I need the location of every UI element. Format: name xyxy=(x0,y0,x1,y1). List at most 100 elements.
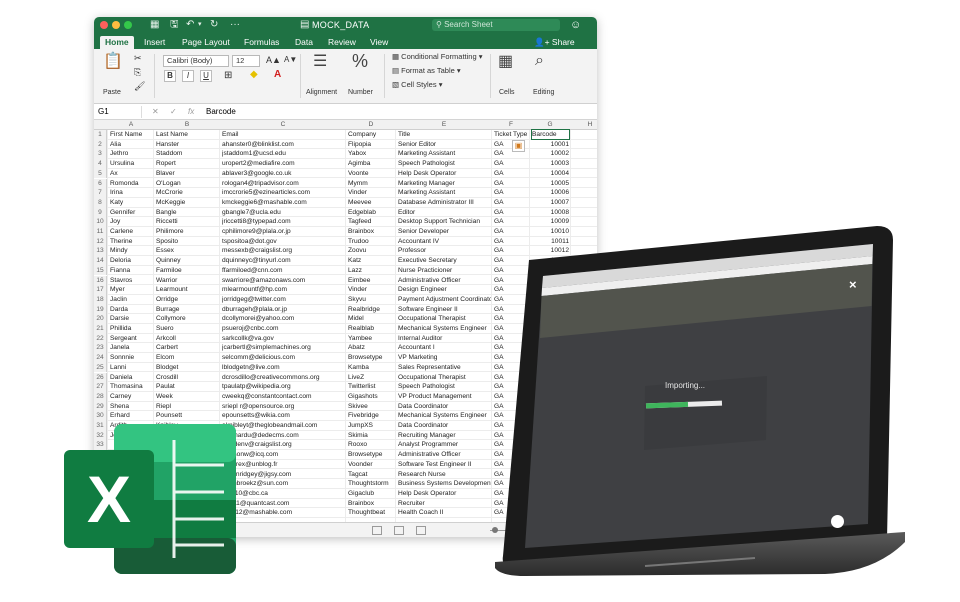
cell-company[interactable]: Edgeblab xyxy=(348,208,395,218)
cell-company[interactable]: Vinder xyxy=(348,188,395,198)
cell-email[interactable]: epounsetts@wikia.com xyxy=(222,411,345,421)
row-number[interactable]: 23 xyxy=(94,343,107,354)
conditional-formatting-button[interactable]: ▦ Conditional Formatting ▾ xyxy=(392,52,483,61)
feedback-widget-icon[interactable] xyxy=(831,515,844,528)
cut-icon[interactable]: ✂ xyxy=(134,53,142,64)
cell-title[interactable]: Senior Developer xyxy=(398,227,491,237)
cell-email[interactable]: rreadenv@craigslist.org xyxy=(222,440,345,450)
cell-title[interactable]: Health Coach II xyxy=(398,508,491,518)
cell-email[interactable]: ablaver3@google.co.uk xyxy=(222,169,345,179)
format-painter-icon[interactable]: 🖌 xyxy=(134,81,145,92)
undo-dropdown-icon[interactable]: ▾ xyxy=(198,19,202,31)
cell-company[interactable]: Skyvu xyxy=(348,295,395,305)
close-icon[interactable]: × xyxy=(849,277,857,292)
cell-title[interactable]: Occupational Therapist xyxy=(398,373,491,383)
column-header-b[interactable]: B xyxy=(179,120,195,130)
cell-company[interactable]: Eimbee xyxy=(348,276,395,286)
cells-icon[interactable]: ▦ xyxy=(498,53,513,71)
formula-input[interactable]: Barcode xyxy=(206,106,236,118)
cell-company[interactable]: Yambee xyxy=(348,334,395,344)
cell-ticket-type[interactable]: GA xyxy=(494,179,529,189)
cell-first-name[interactable]: Myer xyxy=(110,285,153,295)
bold-button[interactable]: B xyxy=(164,70,176,82)
row-number[interactable]: 21 xyxy=(94,324,107,334)
cell-last-name[interactable]: Essex xyxy=(156,246,219,256)
cell-first-name[interactable]: Gennifer xyxy=(110,208,153,218)
cell-company[interactable]: Gigashots xyxy=(348,392,395,402)
cell-email[interactable]: kmckeggie6@mashable.com xyxy=(222,198,345,208)
cell-title[interactable]: Senior Editor xyxy=(398,140,491,150)
cell-barcode[interactable]: 10005 xyxy=(532,179,569,189)
cell-first-name[interactable]: Joy xyxy=(110,217,153,227)
cell-company[interactable]: Brainbox xyxy=(348,227,395,237)
cell-email[interactable]: aknibleyt@theglobeandmail.com xyxy=(222,421,345,431)
cell-last-name[interactable]: Bangle xyxy=(156,208,219,218)
cell-title[interactable]: Occupational Therapist xyxy=(398,314,491,324)
more-icon[interactable]: ··· xyxy=(230,19,240,31)
cell-email[interactable]: ndenbroekz@sun.com xyxy=(222,479,345,489)
cell-first-name[interactable]: Phillida xyxy=(110,324,153,334)
zoom-window-button[interactable] xyxy=(124,21,132,29)
cell-first-name[interactable]: Fianna xyxy=(110,266,153,276)
cell-email[interactable]: imccrorie5@ezinearticles.com xyxy=(222,188,345,198)
cell-last-name[interactable]: Philimore xyxy=(156,227,219,237)
cell-email[interactable]: rologan4@tripadvisor.com xyxy=(222,179,345,189)
cell-last-name[interactable]: Learmount xyxy=(156,285,219,295)
row-number[interactable]: 4 xyxy=(94,159,107,169)
share-button[interactable]: 👤+ Share xyxy=(534,36,575,49)
row-number[interactable]: 24 xyxy=(94,353,107,363)
cell-company[interactable]: Meevee xyxy=(348,198,395,208)
cell-last-name[interactable]: Riccetti xyxy=(156,217,219,227)
row-number[interactable]: 8 xyxy=(94,197,107,208)
italic-button[interactable]: I xyxy=(182,70,194,82)
cell-first-name[interactable]: Shena xyxy=(110,402,153,412)
cell-first-name[interactable]: Darda xyxy=(110,305,153,315)
cell-company[interactable]: Rooxo xyxy=(348,440,395,450)
cell-email[interactable]: ncer10@cbc.ca xyxy=(222,489,345,499)
cell-company[interactable]: Skimia xyxy=(348,431,395,441)
tab-data[interactable]: Data xyxy=(290,36,318,49)
cell-title[interactable]: Research Nurse xyxy=(398,470,491,480)
cell-company[interactable]: Voonte xyxy=(348,169,395,179)
row-number[interactable]: 29 xyxy=(94,401,107,412)
cell-ticket-type[interactable]: GA xyxy=(494,188,529,198)
row-number[interactable]: 28 xyxy=(94,391,107,402)
cell-email[interactable]: cphilimore9@plala.or.jp xyxy=(222,227,345,237)
cell-first-name[interactable]: Darsie xyxy=(110,314,153,324)
cell-first-name[interactable]: Jaclin xyxy=(110,295,153,305)
row-number[interactable]: 22 xyxy=(94,333,107,344)
undo-icon[interactable]: ↶ xyxy=(186,19,194,31)
cell-last-name[interactable]: McCrorie xyxy=(156,188,219,198)
cell-first-name[interactable]: Alia xyxy=(110,140,153,150)
cell-email[interactable]: lblodgetn@live.com xyxy=(222,363,345,373)
cell-title[interactable]: Recruiter xyxy=(398,499,491,509)
cell-email[interactable]: messexb@craigslist.org xyxy=(222,246,345,256)
cell-title[interactable]: Payment Adjustment Coordinator xyxy=(398,295,491,305)
redo-icon[interactable]: ↻ xyxy=(210,19,218,31)
cell-last-name[interactable]: Farmiloe xyxy=(156,266,219,276)
column-header-d[interactable]: D xyxy=(363,120,379,130)
cell-first-name[interactable]: Romonda xyxy=(110,179,153,189)
cell-barcode[interactable]: Barcode xyxy=(531,129,570,140)
paste-icon[interactable]: 📋 xyxy=(103,53,123,71)
feedback-icon[interactable]: ☺ xyxy=(570,18,581,32)
cell-company[interactable]: Thoughtbeat xyxy=(348,508,395,518)
tab-formulas[interactable]: Formulas xyxy=(239,36,284,49)
cell-first-name[interactable]: Lanni xyxy=(110,363,153,373)
cell-title[interactable]: Data Coordinator xyxy=(398,421,491,431)
cell-first-name[interactable]: Ax xyxy=(110,169,153,179)
row-number[interactable]: 13 xyxy=(94,246,107,257)
cell-last-name[interactable]: Warrior xyxy=(156,276,219,286)
cell-first-name[interactable]: Janela xyxy=(110,343,153,353)
font-size-select[interactable]: 12 xyxy=(232,55,260,67)
cell-first-name[interactable]: Mindy xyxy=(110,246,153,256)
cell-company[interactable]: Realbridge xyxy=(348,305,395,315)
cell-email[interactable]: selcomm@delicious.com xyxy=(222,353,345,363)
cell-company[interactable]: Kamba xyxy=(348,363,395,373)
cell-barcode[interactable]: 10001 xyxy=(532,140,569,150)
row-number[interactable]: 2 xyxy=(94,139,107,150)
column-header-a[interactable]: A xyxy=(123,120,139,130)
cell-email[interactable]: tspositoa@dot.gov xyxy=(222,237,345,247)
cell-last-name[interactable]: Burrage xyxy=(156,305,219,315)
row-number[interactable]: 16 xyxy=(94,275,107,286)
